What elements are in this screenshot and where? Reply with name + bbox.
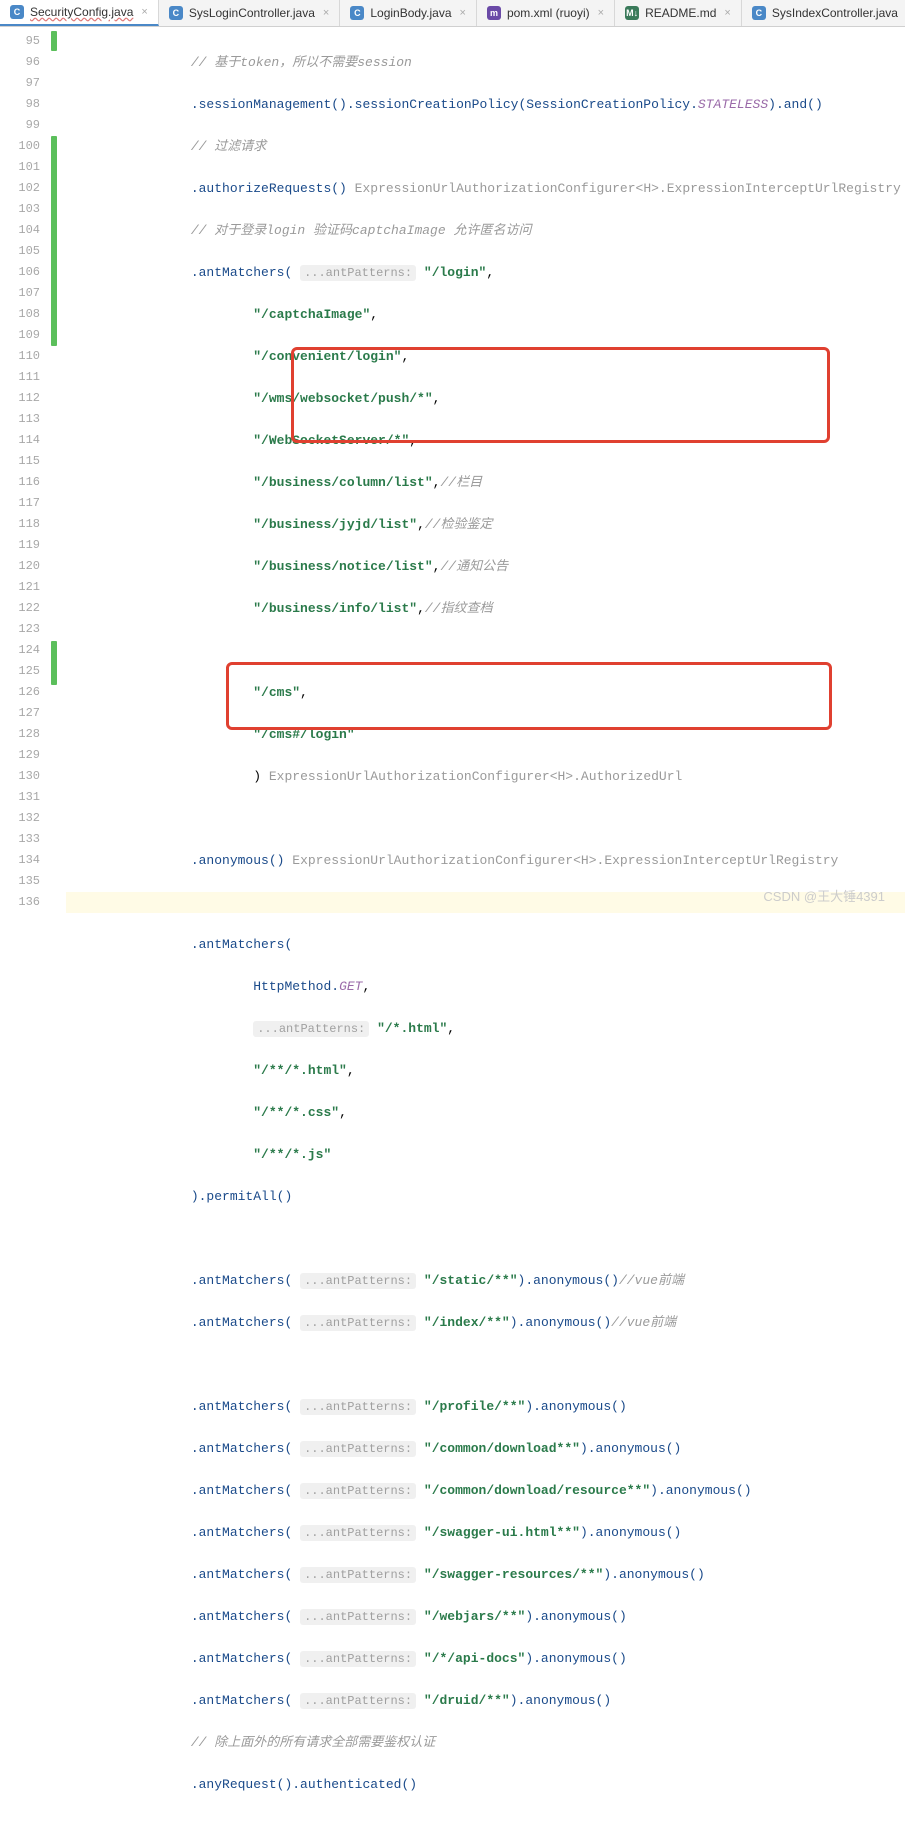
change-marks [48, 27, 66, 918]
close-icon[interactable]: × [323, 7, 329, 19]
maven-icon: m [487, 6, 501, 20]
java-class-icon: C [350, 6, 364, 20]
close-icon[interactable]: × [460, 7, 466, 19]
close-icon[interactable]: × [724, 7, 730, 19]
line-gutter: 9596979899100101102103104105106107108109… [0, 27, 48, 918]
tab-readme[interactable]: M↓README.md× [615, 0, 742, 26]
tab-sysindexcontroller[interactable]: CSysIndexController.java [742, 0, 905, 26]
code-content[interactable]: // 基于token，所以不需要session .sessionManageme… [66, 27, 905, 918]
tab-pom[interactable]: mpom.xml (ruoyi)× [477, 0, 615, 26]
editor-body[interactable]: 9596979899100101102103104105106107108109… [0, 27, 905, 918]
tab-loginbody[interactable]: CLoginBody.java× [340, 0, 477, 26]
close-icon[interactable]: × [141, 6, 147, 18]
markdown-icon: M↓ [625, 6, 639, 20]
close-icon[interactable]: × [598, 7, 604, 19]
editor-tabs: CSecurityConfig.java× CSysLoginControlle… [0, 0, 905, 27]
watermark: CSDN @王大锤4391 [763, 886, 885, 905]
java-class-icon: C [169, 6, 183, 20]
java-class-icon: C [752, 6, 766, 20]
tab-securityconfig[interactable]: CSecurityConfig.java× [0, 0, 159, 26]
java-class-icon: C [10, 5, 24, 19]
tab-syslogincontroller[interactable]: CSysLoginController.java× [159, 0, 341, 26]
